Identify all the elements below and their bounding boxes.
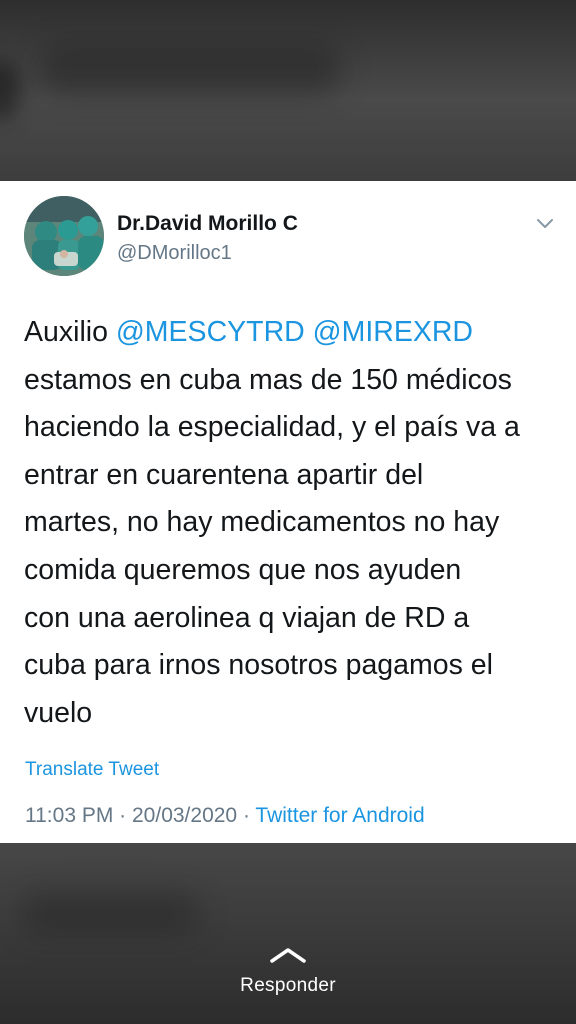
- avatar-image: [24, 196, 104, 276]
- blurred-content: [40, 45, 340, 95]
- tweet-date: 20/03/2020: [132, 804, 238, 827]
- tweet-source-link[interactable]: Twitter for Android: [255, 804, 424, 827]
- author-handle[interactable]: @DMorilloc1: [117, 242, 232, 265]
- avatar[interactable]: [24, 196, 104, 276]
- chevron-up-icon[interactable]: [268, 946, 308, 964]
- chevron-down-icon[interactable]: [534, 212, 556, 234]
- blurred-content: [20, 893, 200, 933]
- meta-separator: ·: [237, 804, 256, 827]
- tweet-text: Auxilio @MESCYTRD @MIREXRD estamos en cu…: [24, 309, 564, 737]
- tweet-text-part: [305, 316, 313, 348]
- tweet-metadata: 11:03 PM · 20/03/2020 · Twitter for Andr…: [25, 804, 425, 828]
- meta-separator: ·: [113, 804, 132, 827]
- tweet-text-part: estamos en cuba mas de 150 médicos hacie…: [24, 363, 520, 729]
- tweet-text-part: Auxilio: [24, 316, 116, 348]
- translate-tweet-link[interactable]: Translate Tweet: [25, 759, 159, 781]
- blurred-content: [0, 60, 20, 120]
- reply-button[interactable]: Responder: [0, 975, 576, 997]
- blurred-background-top: [0, 0, 576, 181]
- tweet-time: 11:03 PM: [25, 804, 114, 827]
- author-name[interactable]: Dr.David Morillo C: [117, 212, 298, 236]
- mention-link[interactable]: @MIREXRD: [313, 316, 473, 348]
- mention-link[interactable]: @MESCYTRD: [116, 316, 305, 348]
